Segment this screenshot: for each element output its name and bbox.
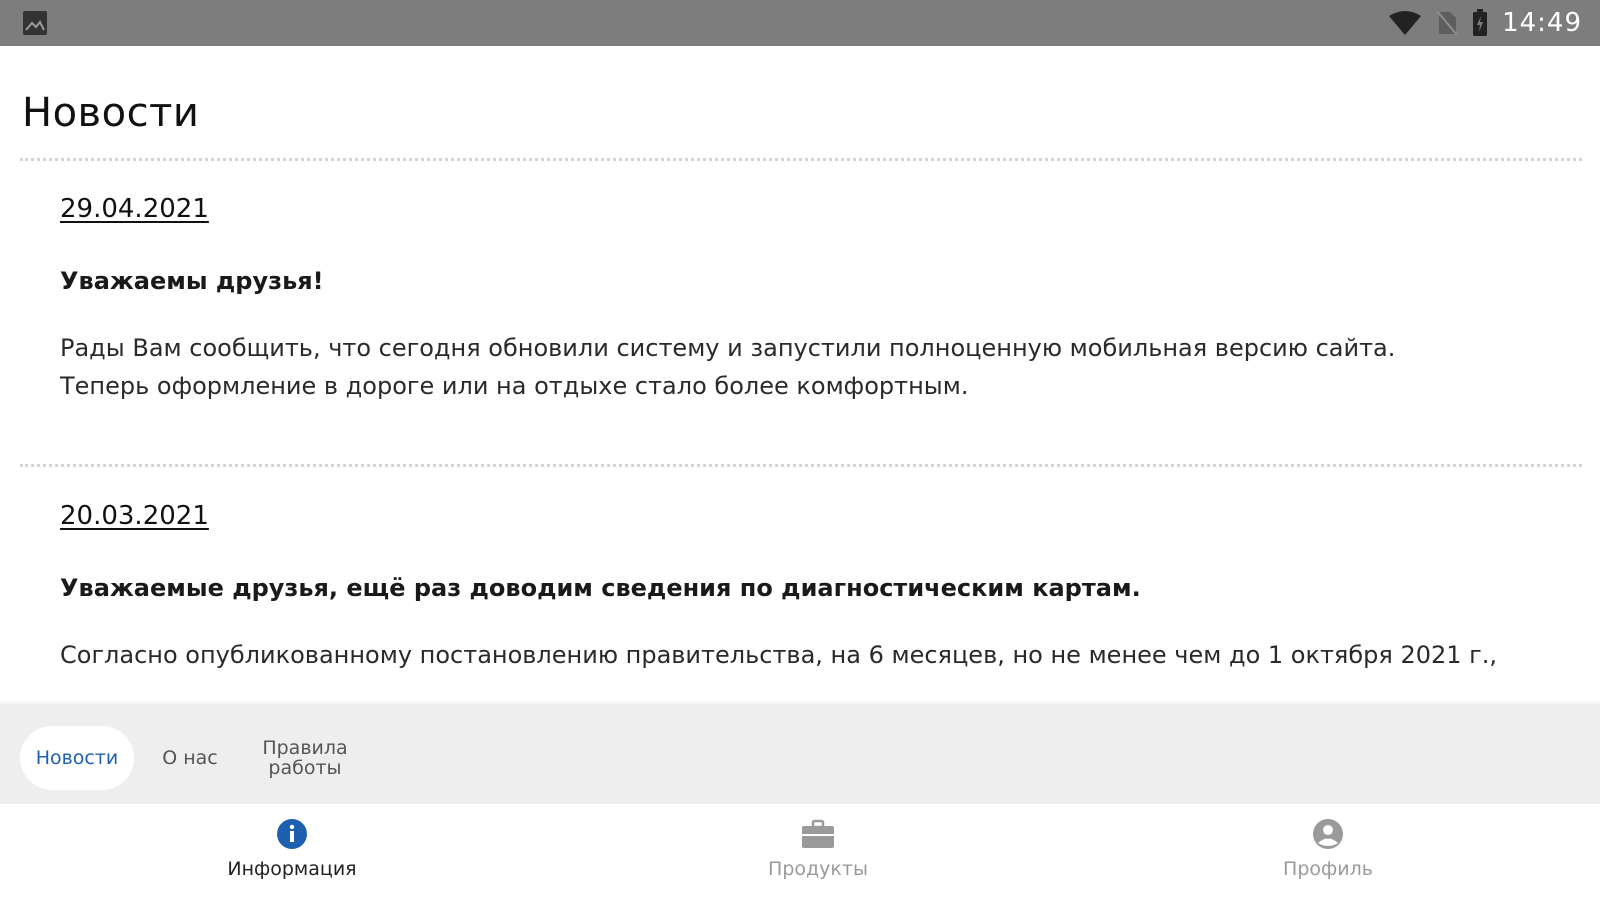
tab-news[interactable]: Новости bbox=[20, 726, 134, 790]
news-body: Согласно опубликованному постановлению п… bbox=[60, 641, 1498, 669]
news-content[interactable]: Новости 29.04.2021 Уважаемы друзья! Рады… bbox=[0, 46, 1600, 704]
nav-products[interactable]: Продукты bbox=[718, 818, 918, 880]
status-bar: 14:49 bbox=[0, 0, 1600, 46]
image-icon bbox=[22, 10, 48, 36]
news-date-link[interactable]: 29.04.2021 bbox=[60, 194, 209, 224]
tab-rules[interactable]: Правила работы bbox=[250, 726, 360, 790]
briefcase-icon bbox=[801, 818, 835, 850]
info-icon bbox=[276, 818, 308, 850]
bottom-navigation: Информация Продукты Профиль bbox=[0, 804, 1600, 900]
news-body: Рады Вам сообщить, что сегодня обновили … bbox=[60, 334, 1396, 400]
divider bbox=[20, 158, 1582, 161]
profile-icon bbox=[1312, 818, 1344, 850]
news-heading: Уважаемые друзья, ещё раз доводим сведен… bbox=[60, 574, 1141, 602]
nav-info[interactable]: Информация bbox=[192, 818, 392, 880]
section-tabs: Новости О нас Правила работы bbox=[0, 704, 1600, 804]
wifi-icon bbox=[1388, 10, 1422, 36]
status-time: 14:49 bbox=[1502, 8, 1582, 38]
nav-label: Продукты bbox=[768, 858, 868, 880]
no-sim-icon bbox=[1436, 10, 1458, 36]
page-title: Новости bbox=[22, 90, 200, 136]
news-item: 29.04.2021 Уважаемы друзья! Рады Вам соо… bbox=[60, 194, 1560, 405]
news-heading: Уважаемы друзья! bbox=[60, 267, 324, 295]
news-item: 20.03.2021 Уважаемые друзья, ещё раз дов… bbox=[60, 501, 1560, 674]
nav-label: Информация bbox=[227, 858, 357, 880]
nav-profile[interactable]: Профиль bbox=[1228, 818, 1428, 880]
tab-about[interactable]: О нас bbox=[150, 726, 230, 790]
battery-icon bbox=[1472, 9, 1488, 37]
nav-label: Профиль bbox=[1283, 858, 1373, 880]
divider bbox=[20, 464, 1582, 467]
news-date-link[interactable]: 20.03.2021 bbox=[60, 501, 209, 531]
